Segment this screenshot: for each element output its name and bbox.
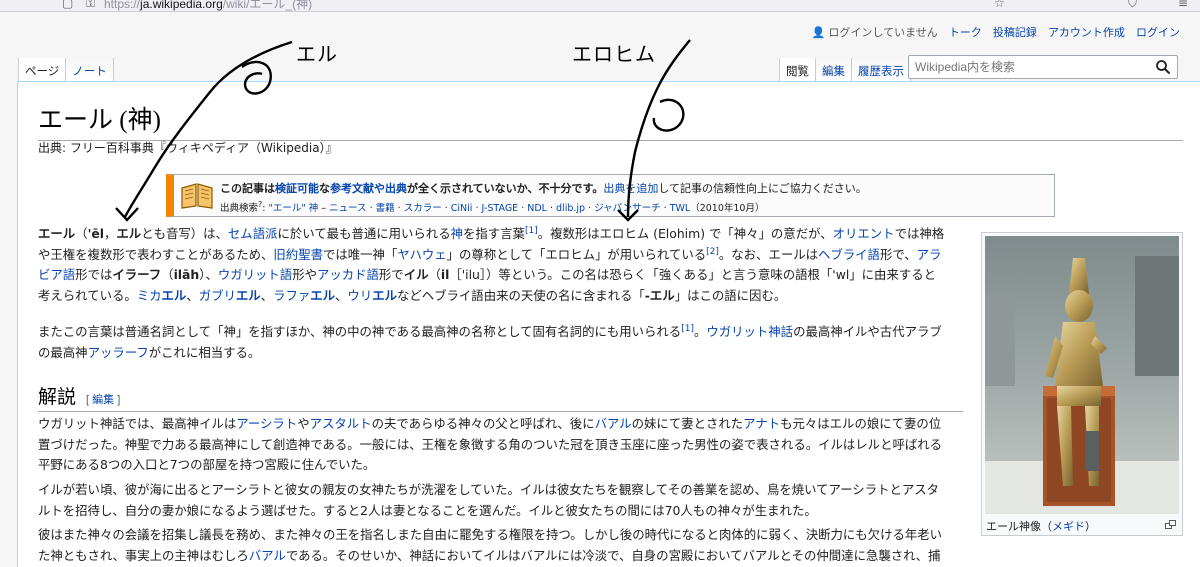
contributions-link[interactable]: 投稿記録 (993, 27, 1037, 39)
article-content: エール (神) 出典: フリー百科事典『ウィキペディア（Wikipedia）』 … (17, 81, 1200, 567)
link-akkadian[interactable]: アッカド語 (317, 267, 379, 282)
page-title: エール (神) (38, 100, 1183, 141)
source-books[interactable]: 書籍 (376, 203, 395, 214)
link-michael[interactable]: ミカエル (137, 288, 187, 303)
link-yahweh[interactable]: ヤハウェ (397, 247, 446, 262)
ref-1b[interactable]: [1] (681, 324, 694, 334)
link-old-testament[interactable]: 旧約聖書 (273, 247, 323, 262)
user-status: ログインしていません (828, 27, 938, 39)
ref-1[interactable]: [1] (525, 226, 538, 236)
source-jstage[interactable]: J-STAGE (482, 203, 519, 214)
url-text[interactable]: https://ja.wikipedia.org/wiki/エール_(神) (104, 0, 312, 11)
link-hebrew[interactable]: ヘブライ語 (818, 247, 880, 262)
thumb-caption: エール神像（メギド） (986, 520, 1096, 533)
source-scholar[interactable]: スカラー (404, 203, 442, 214)
link-baal-2[interactable]: バアル (249, 548, 286, 563)
login-link[interactable]: ログイン (1136, 27, 1180, 39)
references-link[interactable]: 参考文献や出典 (330, 182, 407, 195)
paragraph-3: ウガリット神話では、最高神イルはアーシラトやアスタルトの夫であらゆる神々の父と呼… (38, 416, 943, 472)
tab-history[interactable]: 履歴表示 (852, 58, 911, 82)
link-baal[interactable]: バアル (595, 416, 632, 431)
menu-icon[interactable]: ≡ (1178, 0, 1188, 10)
annotation-elohim: エロヒム (572, 42, 656, 66)
link-allah[interactable]: アッラーフ (88, 345, 149, 360)
tab-read[interactable]: 閲覧 (779, 58, 816, 82)
link-semitic[interactable]: セム語派 (228, 226, 278, 241)
section-edit-link[interactable]: 編集 (92, 394, 114, 406)
source-cinii[interactable]: CiNii (451, 203, 473, 214)
link-arabic[interactable]: アラ (917, 247, 942, 262)
source-search-term[interactable]: "エール" 神 (268, 203, 318, 214)
section-heading-explanation: 解説[ 編集 ] (38, 382, 963, 412)
magnify-icon[interactable] (1165, 520, 1176, 529)
statue-image[interactable] (985, 236, 1179, 514)
search-input[interactable] (909, 56, 1149, 78)
link-anat[interactable]: アナト (743, 416, 780, 431)
talk-link[interactable]: トーク (949, 27, 982, 39)
source-twl[interactable]: TWL (670, 203, 691, 214)
bookmark-star-icon[interactable]: ☆ (994, 0, 1005, 10)
verifiability-link[interactable]: 検証可能 (275, 182, 319, 195)
source-ndl[interactable]: NDL (527, 203, 547, 214)
tab-page[interactable]: ページ (18, 58, 67, 82)
browser-url-bar[interactable]: ▢ ⚿ https://ja.wikipedia.org/wiki/エール_(神… (0, 0, 1200, 12)
link-astarte[interactable]: アスタルト (310, 416, 372, 431)
source-search-line: 出典検索?: "エール" 神 – ニュース · 書籍 · スカラー · CiNi… (220, 200, 765, 215)
view-tabs: 閲覧 編集 履歴表示 (779, 58, 911, 82)
link-god[interactable]: 神 (451, 226, 463, 241)
link-asherah[interactable]: アーシラト (236, 416, 297, 431)
link-megiddo[interactable]: メギド (1052, 520, 1085, 533)
wiki-page: 👤 ログインしていません トーク 投稿記録 アカウント作成 ログイン ページ ノー… (0, 12, 1200, 567)
link-ugaritic-myth[interactable]: ウガリット神話 (706, 324, 793, 339)
ref-2[interactable]: [2] (706, 246, 719, 256)
notice-box: この記事は検証可能な参考文献や出典が全く示されていないか、不十分です。出典を追加… (166, 174, 1055, 217)
link-orient[interactable]: オリエント (833, 226, 895, 241)
notice-text: この記事は検証可能な参考文献や出典が全く示されていないか、不十分です。出典を追加… (220, 182, 867, 195)
tab-talk[interactable]: ノート (66, 58, 114, 82)
link-uriel[interactable]: ウリエル (347, 288, 397, 303)
personal-tools: 👤 ログインしていません トーク 投稿記録 アカウント作成 ログイン (812, 24, 1180, 40)
source-japansearch[interactable]: ジャパンサーチ (594, 203, 661, 214)
namespace-tabs: ページ ノート (18, 58, 114, 82)
source-dlib[interactable]: dlib.jp (556, 203, 585, 214)
lock-icon[interactable]: ⚿ (86, 0, 95, 11)
paragraph-4: イルが若い頃、彼が海に出るとアーシラトと彼女の親友の女神たちが洗濯をしていた。イ… (38, 482, 940, 518)
intro-paragraph: エール（'ēl，エルとも音写）は、セム語派に於いて最も普通に用いられる神を指す言… (38, 225, 945, 303)
link-arabic-2[interactable]: ビア語 (38, 267, 75, 282)
tab-edit[interactable]: 編集 (816, 58, 852, 82)
create-account-link[interactable]: アカウント作成 (1048, 27, 1125, 39)
search-icon[interactable] (1155, 59, 1171, 79)
infobox-thumbnail: エール神像（メギド） (981, 232, 1183, 536)
paragraph-5: 彼はまた神々の会議を招集し議長を務め、また神々の王を指名しまた自由に罷免する権限… (38, 527, 943, 563)
source-news[interactable]: ニュース (329, 203, 367, 214)
add-source-link[interactable]: 出典を追加 (603, 182, 658, 195)
site-subtitle: 出典: フリー百科事典『ウィキペディア（Wikipedia）』 (38, 141, 338, 155)
paragraph-2: またこの言葉は普通名詞として「神」を指すほか、神の中の神である最高神の名称として… (38, 323, 942, 360)
book-icon (180, 180, 214, 214)
annotation-el: エル (296, 42, 338, 66)
search-box (908, 55, 1178, 79)
link-raphael[interactable]: ラファエル (273, 288, 335, 303)
link-ugaritic[interactable]: ウガリット語 (218, 267, 292, 282)
page-icon: ▢ (62, 0, 74, 10)
user-icon: 👤 (811, 27, 826, 39)
shield-icon[interactable]: ⛉ (1128, 0, 1137, 11)
link-gabriel[interactable]: ガブリエル (199, 288, 261, 303)
